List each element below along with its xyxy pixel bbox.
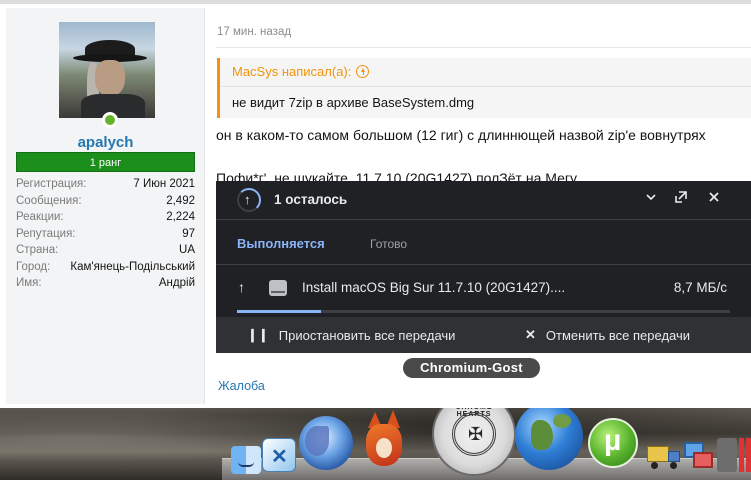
cancel-all-button[interactable]: ✕ Отменить все передачи	[525, 327, 690, 343]
download-speed: 8,7 МБ/с	[673, 280, 727, 295]
stat-label: Регистрация:	[16, 178, 87, 190]
user-stats: Регистрация: 7 Июн 2021 Сообщения: 2,492…	[16, 176, 195, 292]
stat-label: Реакции:	[16, 211, 64, 223]
desktop-background: CHROME HEARTS ✠	[0, 408, 751, 480]
utorrent-icon[interactable]	[588, 418, 638, 468]
avatar[interactable]	[59, 22, 155, 118]
rank-badge: 1 ранг	[16, 152, 195, 172]
screen-sharing-icon[interactable]	[684, 442, 714, 470]
pause-all-label: Приостановить все передачи	[278, 327, 456, 343]
fox-app-icon[interactable]	[356, 408, 412, 472]
stat-label: Репутация:	[16, 227, 76, 240]
post-divider	[216, 47, 751, 48]
stat-row: Реакции: 2,224	[16, 209, 195, 226]
stat-label: Имя:	[16, 277, 42, 289]
tab-in-progress[interactable]: Выполняется	[237, 236, 325, 251]
finder-icon[interactable]	[231, 446, 261, 474]
chevron-down-icon[interactable]	[641, 190, 661, 210]
stat-row: Сообщения: 2,492	[16, 193, 195, 210]
stat-value: 97	[182, 227, 195, 240]
stat-label: Город:	[16, 260, 51, 273]
xcode-icon[interactable]	[262, 438, 296, 472]
stat-value: 2,224	[166, 211, 195, 223]
online-status-icon	[102, 112, 118, 128]
truck-icon[interactable]	[647, 444, 681, 470]
quote-text: не видит 7zip в архиве BaseSystem.dmg	[232, 95, 475, 110]
downloads-actions: ❙❙ Приостановить все передачи ✕ Отменить…	[216, 317, 751, 353]
upload-arrow-icon: ↑	[238, 279, 245, 295]
download-item[interactable]: ↑ Install macOS Big Sur 11.7.10 (20G1427…	[216, 265, 751, 315]
cancel-all-label: Отменить все передачи	[545, 327, 691, 343]
stat-row: Город: Кам'янець-Подільський	[16, 259, 195, 276]
quote-author-link[interactable]: MacSys написал(а):	[232, 64, 370, 79]
post-text-line: он в каком-то самом большом (12 гиг) с д…	[216, 127, 706, 143]
download-file-name: Install macOS Big Sur 11.7.10 (20G1427).…	[302, 280, 566, 295]
stat-label: Страна:	[16, 244, 59, 256]
downloads-tabs: Выполняется Готово	[216, 219, 751, 265]
download-progress-fill	[237, 310, 321, 313]
stat-row: Страна: UA	[16, 242, 195, 259]
parallels-icon[interactable]	[717, 438, 751, 472]
stat-value: Кам'янець-Подільський	[70, 260, 195, 273]
stat-value: 7 Июн 2021	[133, 178, 195, 190]
stat-row: Репутация: 97	[16, 226, 195, 243]
stat-label: Сообщения:	[16, 194, 82, 207]
downloads-header: ↑ 1 осталось	[216, 181, 751, 219]
tab-completed[interactable]: Готово	[370, 237, 407, 251]
quote-author: MacSys написал(а):	[232, 64, 352, 79]
pause-icon: ❙❙	[247, 327, 269, 342]
stat-row: Имя: Андрій	[16, 275, 195, 292]
open-in-window-icon[interactable]	[671, 190, 691, 210]
downloads-title: 1 осталось	[274, 192, 348, 207]
downloads-panel: ↑ 1 осталось Выполняется Готово ↑ Instal…	[216, 181, 751, 353]
firefox-icon[interactable]	[299, 416, 353, 470]
disk-image-icon	[269, 280, 287, 296]
pause-all-button[interactable]: ❙❙ Приостановить все передачи	[247, 327, 455, 343]
post-timestamp[interactable]: 17 мин. назад	[217, 26, 291, 38]
stat-row: Регистрация: 7 Июн 2021	[16, 176, 195, 193]
user-info-panel: apalych 1 ранг Регистрация: 7 Июн 2021 С…	[6, 8, 205, 404]
jump-up-icon	[356, 65, 370, 78]
close-icon[interactable]	[704, 190, 724, 210]
username-link[interactable]: apalych	[6, 134, 205, 151]
download-progress-bar	[237, 310, 730, 313]
download-progress-ring-icon: ↑	[237, 188, 261, 212]
close-icon: ✕	[525, 327, 536, 342]
quote-block: MacSys написал(а): не видит 7zip в архив…	[217, 58, 751, 118]
stat-value: 2,492	[166, 194, 195, 207]
quote-divider	[220, 86, 751, 87]
dock-tooltip: Chromium-Gost	[403, 358, 540, 378]
report-link[interactable]: Жалоба	[218, 379, 265, 393]
stat-value: UA	[179, 244, 195, 256]
stat-value: Андрій	[158, 277, 195, 289]
